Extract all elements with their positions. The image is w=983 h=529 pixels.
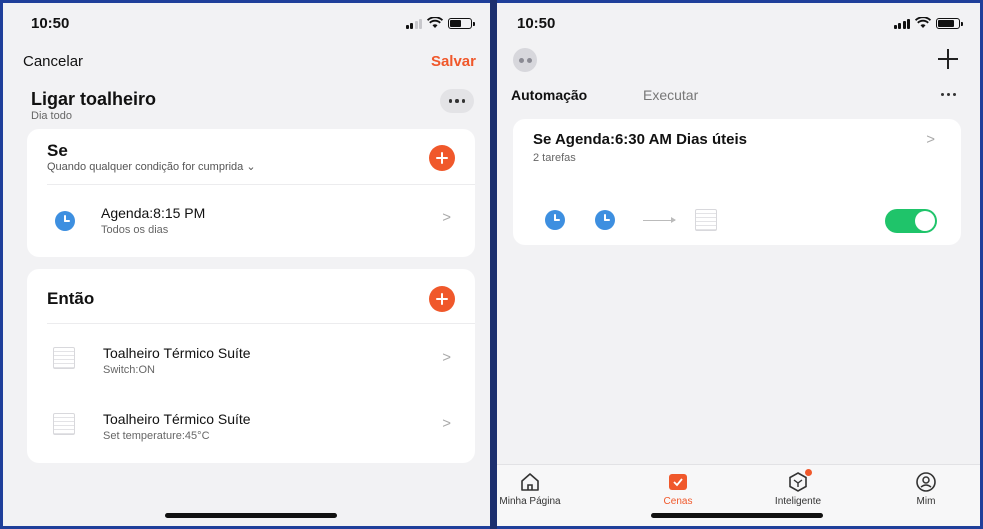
status-time: 10:50: [31, 15, 70, 32]
status-bar: 10:50: [497, 3, 980, 43]
scene-editor-screen: 10:50 Cancelar Salvar Ligar toalheiro Di…: [3, 3, 490, 526]
arrow-right-icon: [643, 217, 676, 223]
tab-cenas[interactable]: Cenas: [633, 471, 723, 507]
scenes-list-screen: 10:50 Automação Executar Se Agenda:6:30 …: [497, 3, 980, 526]
action-row-title: Toalheiro Térmico Suíte: [103, 345, 251, 361]
condition-row-subtitle: Todos os dias: [101, 224, 169, 236]
condition-card: Se Quando qualquer condição for cumprida…: [27, 129, 475, 257]
wifi-icon: [915, 17, 931, 28]
battery-icon: [448, 17, 475, 29]
add-condition-button[interactable]: [429, 145, 455, 171]
clock-icon: [595, 210, 615, 230]
add-icon[interactable]: [938, 49, 958, 69]
divider: [47, 323, 475, 324]
battery-icon: [936, 17, 963, 29]
device-icon: [695, 209, 717, 231]
tab-inteligente[interactable]: Inteligente: [753, 469, 843, 507]
status-icons: [405, 17, 475, 29]
status-time: 10:50: [517, 15, 556, 32]
action-row-subtitle: Switch:ON: [103, 364, 155, 376]
screen-divider: [490, 0, 497, 529]
status-bar: 10:50: [3, 3, 490, 43]
chevron-right-icon: >: [442, 415, 451, 432]
cancel-button[interactable]: Cancelar: [23, 53, 83, 70]
wifi-icon: [427, 17, 443, 28]
tab-execute[interactable]: Executar: [643, 87, 698, 103]
signal-icon: [893, 18, 910, 29]
automation-toggle[interactable]: [885, 209, 937, 233]
condition-heading: Se: [47, 141, 68, 160]
chevron-right-icon: >: [442, 349, 451, 366]
action-row-title: Toalheiro Térmico Suíte: [103, 411, 251, 427]
status-icons: [893, 17, 963, 29]
divider: [47, 184, 475, 185]
automation-title: Se Agenda:6:30 AM Dias úteis: [533, 131, 747, 148]
tab-label: Inteligente: [774, 496, 822, 507]
tab-automation[interactable]: Automação: [511, 87, 587, 103]
clock-icon: [545, 210, 565, 230]
chevron-right-icon: >: [926, 131, 935, 148]
clock-icon: [55, 211, 75, 231]
add-action-button[interactable]: [429, 286, 455, 312]
scene-subtitle: Dia todo: [31, 110, 72, 122]
action-card: Então Toalheiro Térmico Suíte Switch:ON …: [27, 269, 475, 463]
device-icon: [53, 413, 75, 435]
automation-subtitle: 2 tarefas: [533, 152, 576, 164]
chevron-right-icon: >: [442, 209, 451, 226]
home-indicator: [651, 513, 823, 518]
automation-card[interactable]: Se Agenda:6:30 AM Dias úteis 2 tarefas >: [513, 119, 961, 245]
tab-label: Cenas: [663, 496, 693, 507]
scene-title[interactable]: Ligar toalheiro: [31, 89, 156, 110]
device-icon: [53, 347, 75, 369]
more-options-icon[interactable]: [941, 93, 956, 96]
tab-label: Mim: [916, 496, 936, 507]
action-heading: Então: [47, 289, 95, 308]
condition-mode-dropdown[interactable]: Quando qualquer condição for cumprida ⌄: [47, 160, 256, 173]
signal-icon: [405, 18, 422, 29]
notification-badge: [805, 469, 812, 476]
tab-label: Minha Página: [499, 496, 561, 507]
home-avatar-icon[interactable]: [513, 48, 537, 72]
tab-minha-pagina[interactable]: Minha Página: [497, 471, 575, 507]
more-options-button[interactable]: [440, 89, 474, 113]
home-icon: [521, 473, 539, 491]
save-button[interactable]: Salvar: [431, 53, 476, 70]
condition-row-title: Agenda:8:15 PM: [101, 205, 206, 221]
action-row-subtitle: Set temperature:45°C: [103, 430, 210, 442]
tab-mim[interactable]: Mim: [881, 471, 971, 507]
profile-icon: [916, 472, 936, 492]
scenes-icon: [669, 474, 687, 490]
home-indicator: [165, 513, 337, 518]
